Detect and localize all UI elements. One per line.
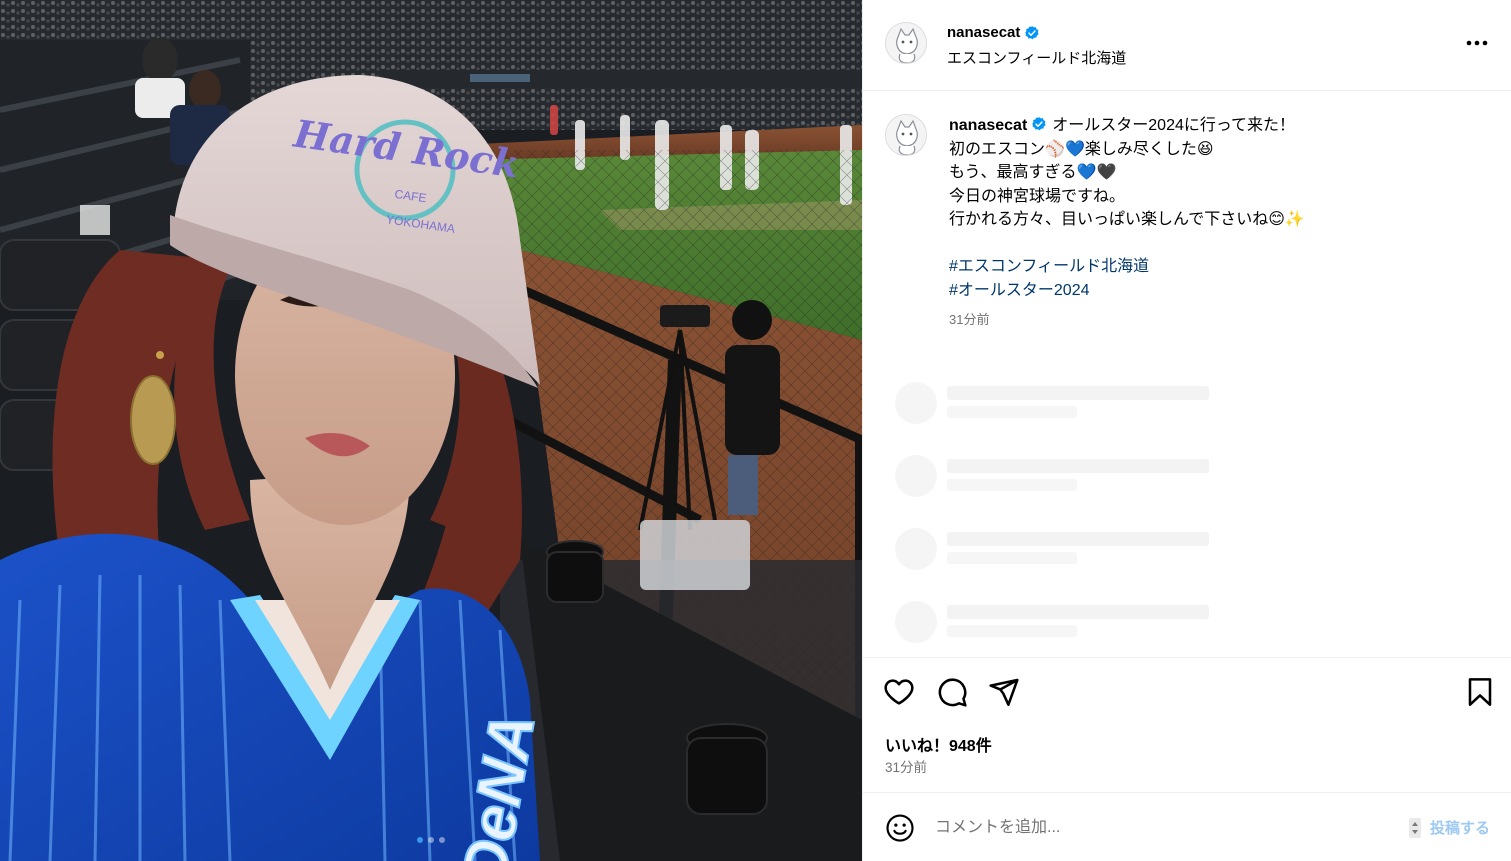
carousel-dot <box>417 837 423 843</box>
cat-avatar-icon <box>886 23 926 63</box>
comment-skeleton <box>895 455 1215 499</box>
username-link[interactable]: nanasecat <box>947 24 1020 41</box>
comment-skeleton <box>895 382 1215 426</box>
caption-line-1: オールスター2024に行って来た！ <box>1052 117 1296 134</box>
emoji-icon[interactable] <box>885 813 915 843</box>
post-photo[interactable]: Hard Rock CAFE YOKOHAMA DeNA <box>0 0 862 861</box>
hashtag-link[interactable]: #オールスター2024 <box>949 279 1489 303</box>
comment-bar: 投稿する <box>863 792 1511 861</box>
location-link[interactable]: エスコンフィールド北海道 <box>947 47 1126 68</box>
post-side-panel: nanasecat エスコンフィールド北海道 nanasecat オールスター2… <box>862 0 1511 861</box>
comment-input[interactable] <box>935 815 1375 841</box>
cat-avatar-icon <box>886 115 926 155</box>
black-heart-emoji: 🖤 <box>1096 164 1117 181</box>
caption-line-6: 行かれる方々、目いっぱい楽しんで下さいね😊✨ <box>949 211 1305 228</box>
like-count[interactable]: いいね！948件 <box>885 732 992 756</box>
carousel-dot <box>439 837 445 843</box>
comment-skeleton <box>895 601 1215 645</box>
caption-line-4: もう、最高すぎる <box>949 164 1077 181</box>
hashtag-link[interactable]: #エスコンフィールド北海道 <box>949 255 1489 279</box>
carousel-indicator <box>417 837 445 843</box>
blue-heart-emoji: 💙 <box>1064 140 1085 158</box>
verified-badge-icon <box>1032 117 1046 131</box>
caption-line-5: 今日の神宮球場ですね。 <box>949 187 1126 205</box>
more-options-icon[interactable] <box>1464 30 1490 56</box>
heart-icon[interactable] <box>883 676 915 708</box>
username-row: nanasecat <box>947 24 1040 41</box>
caption-line-3: 楽しみ尽くした😆 <box>1084 140 1214 158</box>
post-comment-label: 投稿する <box>1429 820 1490 837</box>
avatar[interactable] <box>885 22 927 64</box>
share-icon[interactable] <box>988 676 1020 708</box>
post-comment-button[interactable]: 投稿する <box>1408 817 1490 838</box>
stadium-selfie-image: Hard Rock CAFE YOKOHAMA DeNA <box>0 0 862 861</box>
scroll-arrows-icon <box>1408 817 1421 838</box>
post-header: nanasecat エスコンフィールド北海道 <box>863 0 1511 91</box>
carousel-dot <box>428 837 434 843</box>
caption-avatar[interactable] <box>885 114 927 156</box>
post-timestamp[interactable]: 31分前 <box>885 756 927 776</box>
caption-timestamp: 31分前 <box>949 312 990 327</box>
comment-icon[interactable] <box>936 676 968 708</box>
bookmark-icon[interactable] <box>1464 676 1496 708</box>
caption-username[interactable]: nanasecat <box>949 117 1027 134</box>
caption-line-2: 初のエスコン⚾ <box>949 140 1065 158</box>
caption-text: nanasecat オールスター2024に行って来た！ 初のエスコン⚾💙楽しみ尽… <box>949 114 1489 332</box>
post-actions: いいね！948件 31分前 <box>863 657 1511 792</box>
verified-badge-icon <box>1025 25 1039 39</box>
blue-heart-emoji: 💙 <box>1076 164 1097 181</box>
comment-skeleton <box>895 528 1215 572</box>
